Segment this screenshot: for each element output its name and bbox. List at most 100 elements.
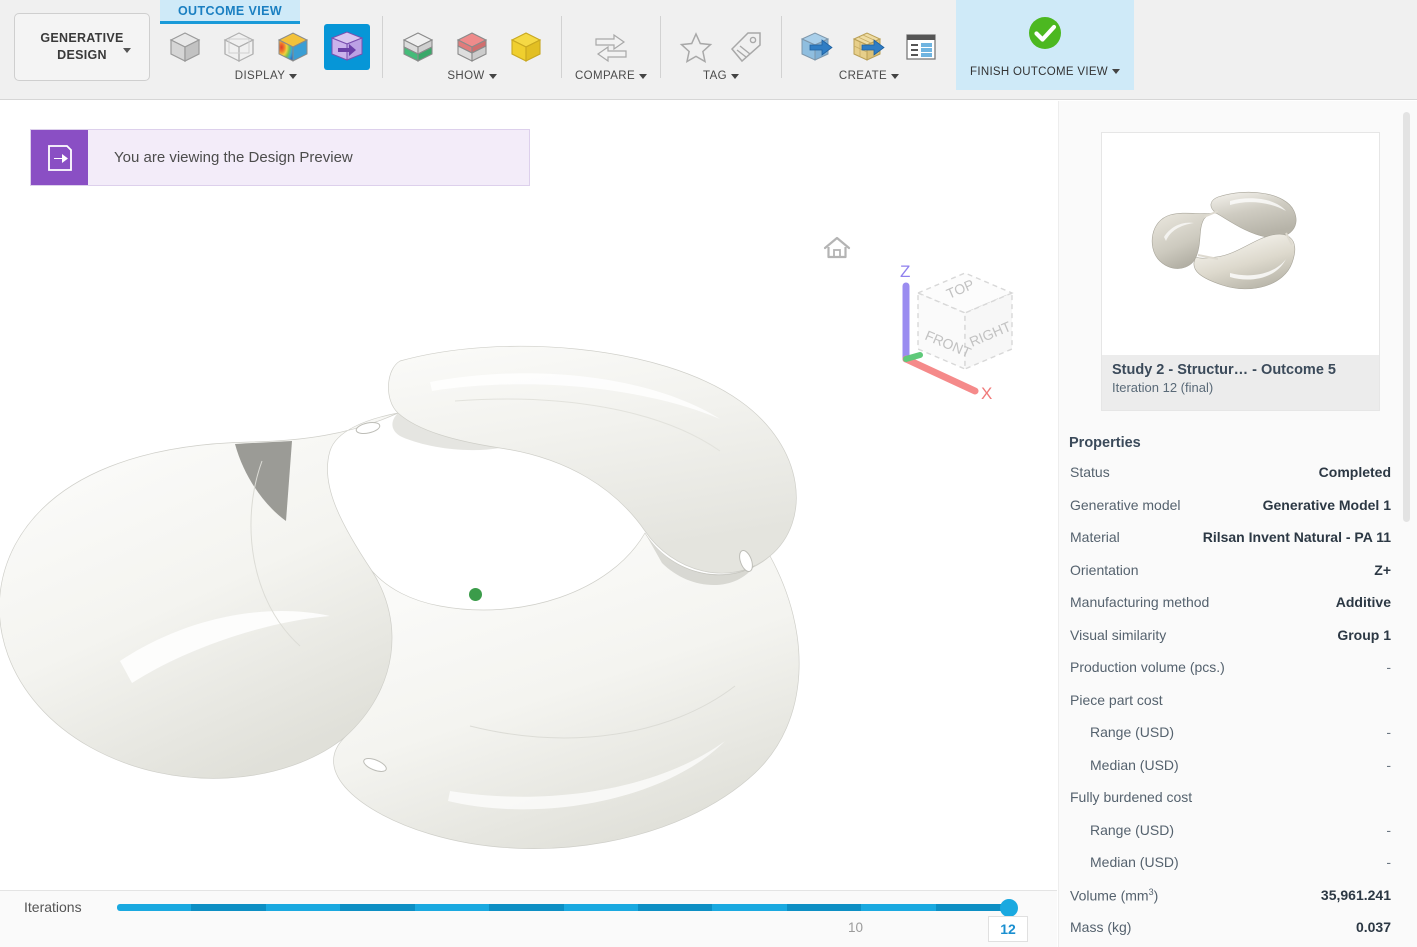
property-key: Fully burdened cost <box>1070 789 1193 805</box>
toolbar-group-tag: TAG <box>661 0 781 100</box>
design-preview-banner-text: You are viewing the Design Preview <box>114 149 353 166</box>
property-key: Range (USD) <box>1090 724 1175 740</box>
property-value: - <box>1386 854 1391 870</box>
create-group-label: CREATE <box>838 70 888 82</box>
property-row: Generative model Generative Model 1 <box>1059 497 1417 530</box>
property-key: Volume (mm3) <box>1070 886 1159 904</box>
property-key: Median (USD) <box>1090 756 1179 773</box>
design-preview-banner: You are viewing the Design Preview <box>30 129 530 186</box>
property-row: Manufacturing method Additive <box>1059 594 1417 627</box>
star-icon[interactable] <box>673 24 719 70</box>
property-row: Orientation Z+ <box>1059 562 1417 595</box>
iterations-current-value: 12 <box>988 916 1028 942</box>
property-value: Additive <box>1335 594 1391 610</box>
home-icon[interactable] <box>822 234 852 267</box>
property-row: Fully burdened cost <box>1059 789 1417 822</box>
iterations-label: Iterations <box>24 899 82 915</box>
iteration-segment[interactable] <box>489 904 564 911</box>
property-row: Status Completed <box>1059 464 1417 497</box>
iteration-segment[interactable] <box>265 904 341 911</box>
iteration-segment[interactable] <box>637 904 713 911</box>
iteration-segment[interactable] <box>191 904 266 911</box>
tag-group-dropdown[interactable]: TAG <box>703 70 739 82</box>
iteration-segment[interactable] <box>786 904 862 911</box>
iteration-segment[interactable] <box>340 904 415 911</box>
main-toolbar: GENERATIVE DESIGN OUTCOME VIEW DISPLAY S… <box>0 0 1417 100</box>
show-preserve-geometry-icon[interactable] <box>449 24 495 70</box>
property-row: Median (USD) - <box>1059 757 1417 790</box>
property-value: Z+ <box>1374 561 1391 578</box>
results-colormap-icon[interactable] <box>270 24 316 70</box>
iteration-segment[interactable] <box>712 904 787 911</box>
property-row: Piece part cost <box>1059 692 1417 725</box>
finish-outcome-view-label: FINISH OUTCOME VIEW <box>970 65 1108 78</box>
property-value: 0.037 <box>1355 919 1391 935</box>
property-row: Production volume (pcs.) - <box>1059 659 1417 692</box>
chevron-down-icon <box>731 73 739 79</box>
iterations-slider-thumb[interactable] <box>1000 899 1018 917</box>
3d-viewport[interactable]: You are viewing the Design Preview Z X T… <box>0 101 1057 947</box>
design-preview-icon <box>31 130 88 185</box>
shaded-display-icon[interactable] <box>162 24 208 70</box>
property-row: Mass (kg) 0.037 <box>1059 919 1417 947</box>
generative-design-workspace-button[interactable]: GENERATIVE DESIGN <box>14 13 150 81</box>
show-group-dropdown[interactable]: SHOW <box>447 70 497 82</box>
iterations-bar: Iterations 10 12 <box>0 890 1057 947</box>
show-obstacle-geometry-icon[interactable] <box>395 24 441 70</box>
compare-icons <box>562 22 660 72</box>
toolbar-group-show: SHOW <box>383 0 561 100</box>
property-row: Volume (mm3) 35,961.241 <box>1059 887 1417 920</box>
properties-scrollbar[interactable] <box>1403 112 1410 522</box>
show-group-label: SHOW <box>447 70 485 82</box>
property-key: Generative model <box>1070 496 1181 513</box>
gd-line2: DESIGN <box>57 48 107 62</box>
property-value: Group 1 <box>1337 626 1391 643</box>
axis-label-x: X <box>981 384 992 401</box>
gd-line1: GENERATIVE <box>40 31 124 45</box>
outcome-subtitle: Iteration 12 (final) <box>1112 380 1214 395</box>
outcome-thumbnail-card[interactable]: Study 2 - Structur… - Outcome 5 Iteratio… <box>1101 132 1380 411</box>
create-icons <box>782 22 956 72</box>
chevron-down-icon <box>1111 69 1120 74</box>
chevron-down-icon <box>639 73 648 79</box>
compare-group-label: COMPARE <box>574 70 636 82</box>
tag-label-icon[interactable] <box>723 24 769 70</box>
create-mesh-from-outcome-icon[interactable] <box>846 24 892 70</box>
design-preview-icon[interactable] <box>324 24 370 70</box>
generative-outcome-model <box>0 345 800 849</box>
compare-arrows-icon[interactable] <box>588 24 634 70</box>
view-cube[interactable]: Z X TOP FRONT RIGHT <box>880 251 1030 403</box>
finish-outcome-view-button[interactable]: FINISH OUTCOME VIEW <box>956 0 1134 90</box>
property-value: - <box>1386 659 1391 675</box>
create-report-icon[interactable] <box>898 24 944 70</box>
create-design-from-outcome-icon[interactable] <box>794 24 840 70</box>
iteration-segment[interactable] <box>117 904 192 911</box>
property-value: Completed <box>1318 464 1391 480</box>
iterations-slider-track[interactable] <box>117 904 1010 911</box>
property-key: Manufacturing method <box>1070 594 1210 610</box>
display-group-wrap: OUTCOME VIEW DISPLAY <box>150 0 382 100</box>
property-value: Rilsan Invent Natural - PA 11 <box>1202 529 1391 545</box>
property-key: Material <box>1070 529 1120 545</box>
property-key: Range (USD) <box>1090 821 1175 838</box>
property-row: Material Rilsan Invent Natural - PA 11 <box>1059 529 1417 562</box>
iteration-segment[interactable] <box>935 904 1010 911</box>
property-key: Orientation <box>1070 561 1139 578</box>
iteration-segment[interactable] <box>563 904 638 911</box>
wireframe-display-icon[interactable] <box>216 24 262 70</box>
display-group-label: DISPLAY <box>234 70 286 82</box>
compare-group-dropdown[interactable]: COMPARE <box>574 70 648 82</box>
property-value: - <box>1386 724 1391 740</box>
chevron-down-icon <box>289 73 298 79</box>
generative-design-outcome-view: GENERATIVE DESIGN OUTCOME VIEW DISPLAY S… <box>0 0 1417 947</box>
show-icons <box>383 22 561 72</box>
iteration-segment[interactable] <box>861 904 936 911</box>
property-value: - <box>1386 756 1391 773</box>
display-group-dropdown[interactable]: DISPLAY <box>235 70 298 82</box>
property-key: Production volume (pcs.) <box>1070 659 1225 675</box>
iteration-segment[interactable] <box>414 904 490 911</box>
create-group-dropdown[interactable]: CREATE <box>838 70 900 82</box>
finish-outcome-view-caption: FINISH OUTCOME VIEW <box>970 66 1120 78</box>
show-starting-shape-icon[interactable] <box>503 24 549 70</box>
chevron-down-icon <box>488 73 497 79</box>
